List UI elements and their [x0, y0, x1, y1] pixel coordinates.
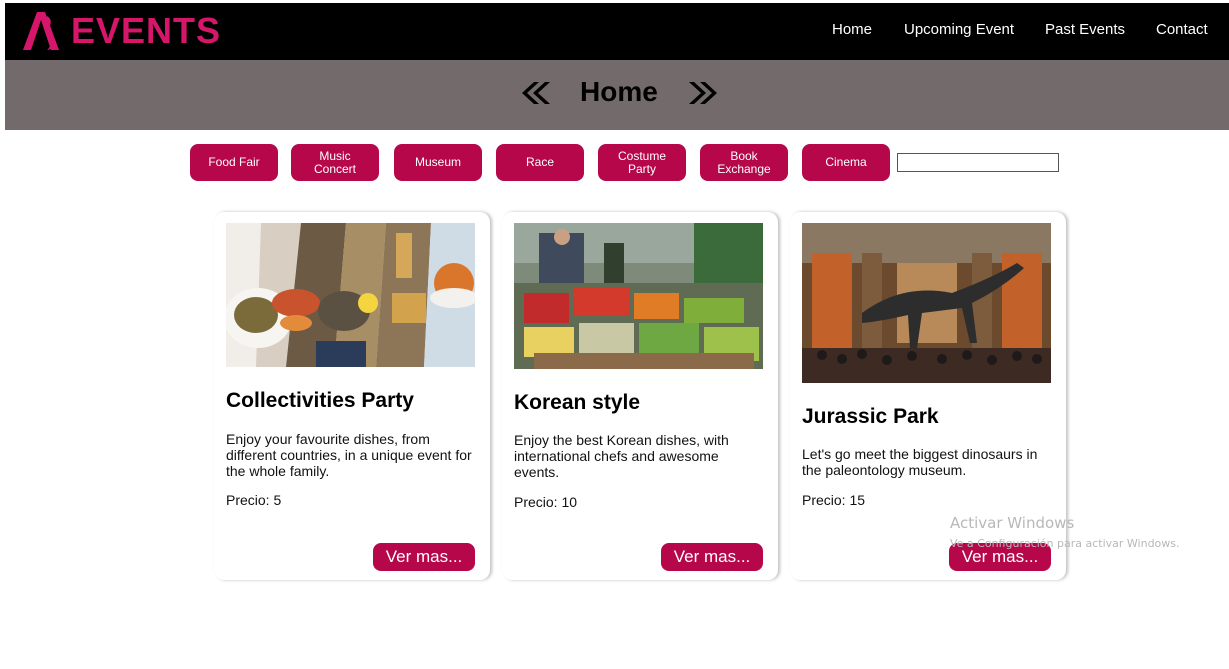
event-title: Jurassic Park [802, 405, 939, 428]
site-logo[interactable]: EVENTS [21, 10, 221, 52]
watermark-title: Activar Windows [950, 514, 1075, 532]
windows-activation-watermark: Activar Windows Ve a Configuración para … [950, 514, 1180, 550]
category-race-button[interactable]: Race [496, 144, 584, 181]
double-chevron-right-icon[interactable] [689, 82, 719, 104]
event-title: Korean style [514, 391, 641, 414]
event-card: Collectivities Party Enjoy your favourit… [214, 212, 490, 580]
category-museum-button[interactable]: Museum [394, 144, 482, 181]
price-label: Precio: [514, 494, 558, 510]
event-image-market [514, 223, 763, 369]
event-title: Collectivities Party [226, 389, 414, 412]
watermark-subtitle: Ve a Configuración para activar Windows. [950, 537, 1180, 550]
see-more-button[interactable]: Ver mas... [373, 543, 475, 571]
price-value: 5 [273, 492, 282, 508]
nav-link-contact[interactable]: Contact [1156, 21, 1208, 38]
page-banner: Home [5, 60, 1229, 130]
search-input[interactable] [897, 153, 1059, 172]
page-title: Home [580, 76, 658, 107]
category-music-concert-button[interactable]: Music Concert [291, 144, 379, 181]
category-book-exchange-button[interactable]: Book Exchange [700, 144, 788, 181]
event-price: Precio: 5 [226, 492, 281, 508]
event-description: Let's go meet the biggest dinosaurs in t… [802, 446, 1038, 478]
category-cinema-button[interactable]: Cinema [802, 144, 890, 181]
nav-link-home[interactable]: Home [832, 21, 872, 38]
category-costume-party-button[interactable]: Costume Party [598, 144, 686, 181]
event-description: Enjoy the best Korean dishes, with inter… [514, 432, 729, 480]
see-more-button[interactable]: Ver mas... [661, 543, 763, 571]
nav-link-upcoming-event[interactable]: Upcoming Event [904, 21, 1014, 38]
price-value: 15 [849, 492, 866, 508]
event-image-museum [802, 223, 1051, 383]
event-price: Precio: 10 [514, 494, 577, 510]
event-image-food [226, 223, 475, 367]
price-label: Precio: [802, 492, 846, 508]
price-label: Precio: [226, 492, 270, 508]
event-card: Korean style Enjoy the best Korean dishe… [502, 212, 778, 580]
double-chevron-left-icon[interactable] [520, 82, 550, 104]
category-food-fair-button[interactable]: Food Fair [190, 144, 278, 181]
logo-text: EVENTS [71, 10, 222, 51]
event-price: Precio: 15 [802, 492, 865, 508]
logo-a-flame-icon [23, 12, 59, 50]
price-value: 10 [561, 494, 578, 510]
event-description: Enjoy your favourite dishes, from differ… [226, 431, 472, 479]
top-navbar: EVENTS Home Upcoming Event Past Events C… [5, 3, 1229, 60]
nav-link-past-events[interactable]: Past Events [1045, 21, 1125, 38]
